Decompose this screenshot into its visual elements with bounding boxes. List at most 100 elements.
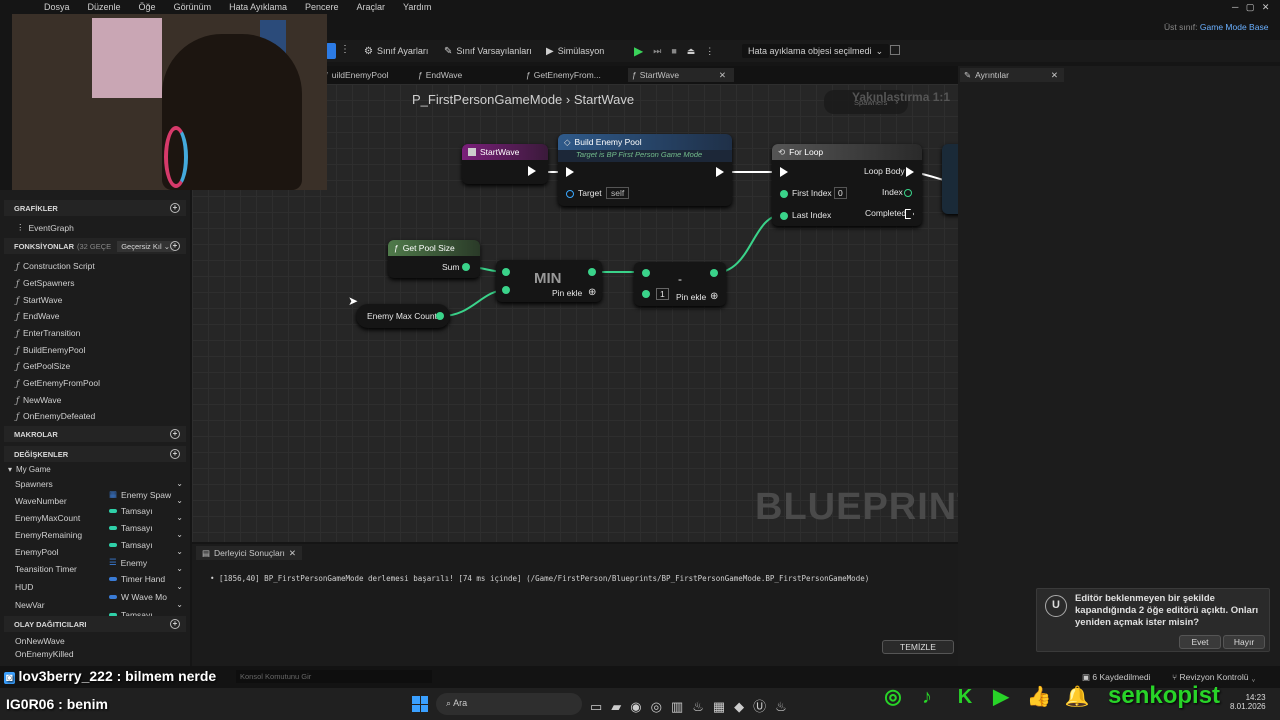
tab-buildenemypool[interactable]: ƒuildEnemyPool xyxy=(324,68,388,82)
menu-file[interactable]: Dosya xyxy=(34,0,78,14)
chevron-down-icon[interactable]: ⌄ xyxy=(176,496,183,505)
windows-start-icon[interactable] xyxy=(412,696,428,712)
node-subtract[interactable]: - 1 Pin ekle ⊕ xyxy=(634,262,726,306)
variable-item[interactable]: NewVar Tamsayı ⌄ xyxy=(15,600,185,620)
more-options-icon[interactable]: ⋮ xyxy=(340,44,350,55)
subtract-value[interactable]: 1 xyxy=(656,288,669,300)
section-macros[interactable]: MAKROLAR + xyxy=(4,426,186,442)
function-item[interactable]: ƒ EndWave xyxy=(16,311,60,321)
sum-pin[interactable] xyxy=(462,263,470,271)
clear-button[interactable]: TEMİZLE xyxy=(882,640,954,654)
graph-item-eventgraph[interactable]: ⋮ EventGraph xyxy=(16,222,74,233)
variable-item[interactable]: Teansition Timer Timer Hand ⌄ xyxy=(15,564,185,584)
variable-item[interactable]: EnemyRemaining Tamsayı ⌄ xyxy=(15,530,185,550)
add-pin-button[interactable]: Pin ekle xyxy=(676,292,706,302)
last-index-pin[interactable] xyxy=(780,212,788,220)
function-item[interactable]: ƒ OnEnemyDefeated xyxy=(16,411,95,421)
tab-startwave[interactable]: ƒ StartWave ✕ xyxy=(628,68,734,82)
function-item[interactable]: ƒ EnterTransition xyxy=(16,328,80,338)
chevron-down-icon[interactable]: ⌄ xyxy=(176,530,183,539)
target-pin[interactable] xyxy=(566,190,574,198)
tab-getenemyfrompool[interactable]: ƒ GetEnemyFrom... xyxy=(526,68,601,82)
add-pin-icon[interactable]: ⊕ xyxy=(710,291,718,302)
revision-control[interactable]: ⑂ Revizyon Kontrolü ⌄ xyxy=(1172,672,1256,682)
section-dispatchers[interactable]: OLAY DAĞITICILARI + xyxy=(4,616,186,632)
variable-item[interactable]: EnemyPool ☰ Enemy ⌄ xyxy=(15,547,185,568)
close-icon[interactable]: ✕ xyxy=(719,70,726,81)
menu-edit[interactable]: Düzenle xyxy=(78,0,129,14)
compile-button[interactable] xyxy=(326,43,336,59)
add-icon[interactable]: + xyxy=(170,449,180,459)
node-enemy-max-count[interactable]: Enemy Max Count xyxy=(356,304,450,328)
loop-body-pin[interactable] xyxy=(906,167,914,177)
add-pin-button[interactable]: Pin ekle xyxy=(552,288,582,298)
menu-view[interactable]: Görünüm xyxy=(164,0,220,14)
first-index-pin[interactable] xyxy=(780,190,788,198)
window-controls[interactable]: ─ ▢ ✕ xyxy=(1232,2,1269,13)
section-graphs[interactable]: GRAFİKLER + xyxy=(4,200,186,216)
section-variables[interactable]: DEĞİŞKENLER + xyxy=(4,446,186,462)
simulation-button[interactable]: ▶ Simülasyon xyxy=(546,44,604,58)
close-icon[interactable]: ✕ xyxy=(289,548,296,559)
function-item[interactable]: ƒ Construction Script xyxy=(16,261,95,271)
first-index-value[interactable]: 0 xyxy=(834,187,847,199)
node-get-pool-size[interactable]: ƒ Get Pool Size Sum xyxy=(388,240,480,278)
close-icon[interactable]: ✕ xyxy=(1051,70,1058,81)
function-item[interactable]: ƒ StartWave xyxy=(16,295,62,305)
function-item[interactable]: ƒ BuildEnemyPool xyxy=(16,345,85,355)
class-defaults-button[interactable]: ✎ Sınıf Varsayılanları xyxy=(444,44,532,58)
subtract-output[interactable] xyxy=(710,269,718,277)
add-icon[interactable]: + xyxy=(170,203,180,213)
clock[interactable]: 14:23 8.01.2026 xyxy=(1230,693,1266,711)
breadcrumb-root[interactable]: P_FirstPersonGameMode xyxy=(412,92,562,107)
play-options-icon[interactable]: ⋮ xyxy=(705,46,714,57)
dispatcher-item[interactable]: OnEnemyKilled xyxy=(15,649,74,659)
variable-item[interactable]: EnemyMaxCount Tamsayı ⌄ xyxy=(15,513,185,533)
chevron-down-icon[interactable]: ⌄ xyxy=(176,564,183,573)
debug-object-select[interactable]: Hata ayıklama objesi seçilmedi ⌄ xyxy=(742,44,890,58)
subtract-input-b[interactable] xyxy=(642,290,650,298)
add-icon[interactable]: + xyxy=(170,241,180,251)
eject-icon[interactable]: ⏏ xyxy=(687,46,696,57)
browse-icon[interactable] xyxy=(890,45,900,55)
yes-button[interactable]: Evet xyxy=(1179,635,1221,649)
node-build-enemy-pool[interactable]: ◇ Build Enemy Pool Target is BP First Pe… xyxy=(558,134,732,206)
console-input[interactable]: Konsol Komutunu Gir xyxy=(236,670,432,683)
variable-item[interactable]: HUD W Wave Mo ⌄ xyxy=(15,582,185,602)
menu-tools[interactable]: Araçlar xyxy=(347,0,394,14)
step-icon[interactable]: ⏭ xyxy=(653,46,661,57)
no-button[interactable]: Hayır xyxy=(1223,635,1265,649)
tab-endwave[interactable]: ƒ EndWave xyxy=(418,68,462,82)
menu-asset[interactable]: Öğe xyxy=(129,0,164,14)
taskbar-apps[interactable]: ▭▰◉◎▥♨▦◆Ⓤ♨ xyxy=(590,696,796,715)
dispatcher-item[interactable]: OnNewWave xyxy=(15,636,65,646)
min-input-b[interactable] xyxy=(502,286,510,294)
add-icon[interactable]: + xyxy=(170,619,180,629)
add-pin-icon[interactable]: ⊕ xyxy=(588,287,596,298)
exec-out-pin[interactable] xyxy=(716,167,724,177)
add-icon[interactable]: + xyxy=(170,429,180,439)
chevron-down-icon[interactable]: ⌄ xyxy=(176,513,183,522)
function-item[interactable]: ƒ GetPoolSize xyxy=(16,361,70,371)
chevron-down-icon[interactable]: ⌄ xyxy=(176,582,183,591)
menu-window[interactable]: Pencere xyxy=(295,0,347,14)
class-settings-button[interactable]: ⚙ Sınıf Ayarları xyxy=(364,44,428,58)
function-item[interactable]: ƒ GetSpawners xyxy=(16,278,74,288)
exec-in-pin[interactable] xyxy=(780,167,788,177)
chevron-down-icon[interactable]: ⌄ xyxy=(176,479,183,488)
variable-group[interactable]: ▾ My Game xyxy=(8,465,51,474)
subtract-input-a[interactable] xyxy=(642,269,650,277)
compiler-tab[interactable]: ▤ Derleyici Sonuçları ✕ xyxy=(196,546,303,560)
exec-in-pin[interactable] xyxy=(566,167,574,177)
override-dropdown[interactable]: Geçersiz Kıl ⌄ xyxy=(117,240,174,252)
variable-item[interactable]: Spawners ▦ Enemy Spaw ⌄ xyxy=(15,479,185,500)
completed-pin[interactable] xyxy=(905,209,914,219)
menu-help[interactable]: Yardım xyxy=(393,0,439,14)
min-output[interactable] xyxy=(588,268,596,276)
taskbar-search[interactable]: ⌕ Ara xyxy=(436,693,582,715)
breadcrumb-current[interactable]: StartWave xyxy=(574,92,634,107)
variable-item[interactable]: WaveNumber Tamsayı ⌄ xyxy=(15,496,185,516)
parent-class-value[interactable]: Game Mode Base xyxy=(1200,22,1269,32)
play-icon[interactable]: ▶ xyxy=(634,44,643,58)
details-tab[interactable]: ✎ Ayrıntılar ✕ xyxy=(960,68,1064,82)
